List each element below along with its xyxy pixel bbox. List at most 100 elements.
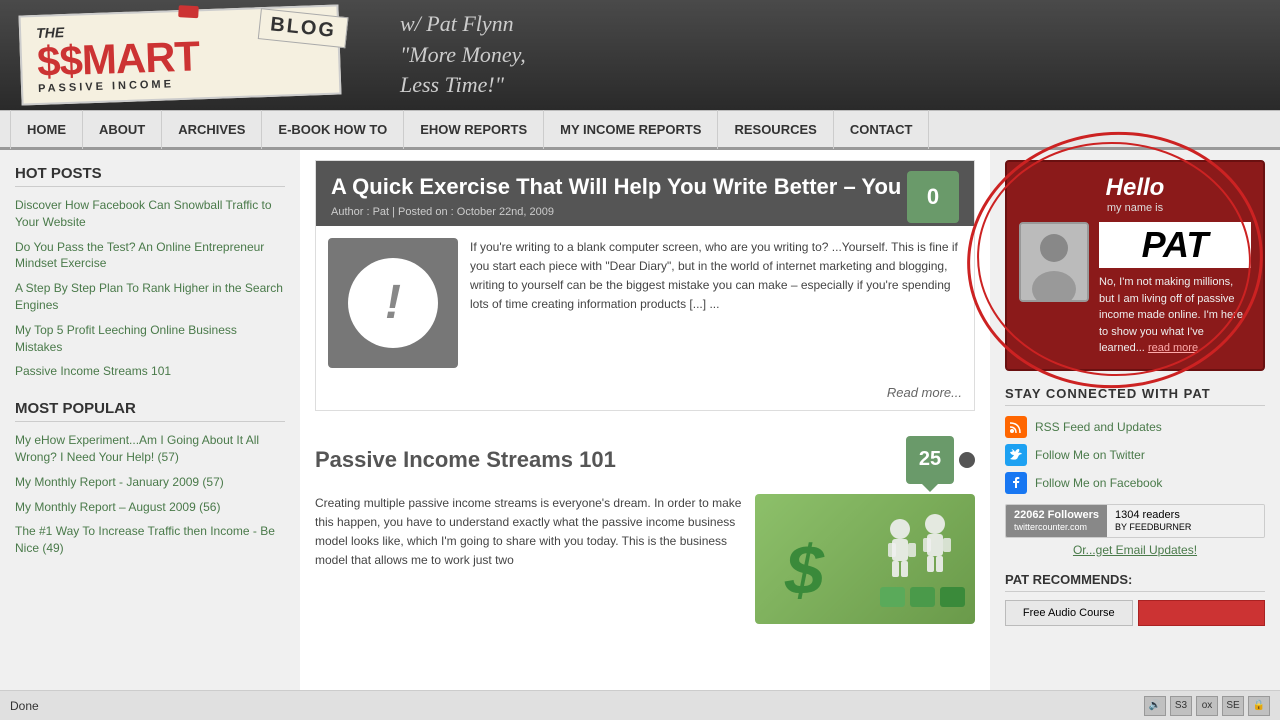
stay-connected-title: STAY CONNECTED WITH PAT [1005,386,1265,406]
hello-title: Hello [1019,174,1251,202]
facebook-icon [1005,472,1027,494]
article-1-body: ! If you're writing to a blank computer … [316,226,974,380]
nav-contact[interactable]: CONTACT [834,109,930,149]
logo-blog: BLOG [258,8,349,48]
article-1: A Quick Exercise That Will Help You Writ… [315,160,975,411]
recommends-title: PAT RECOMMENDS: [1005,572,1265,592]
most-popular-title: MOST POPULAR [15,400,285,422]
article-2-image: $ [755,494,975,624]
recommend-btn-1[interactable]: Free Audio Course [1005,600,1133,626]
article-1-thumbnail: ! [328,238,458,368]
nav-ebook[interactable]: E-BOOK HOW TO [262,109,404,149]
hello-box: Hello my name is PAT No, I'm not making … [1005,160,1265,371]
hot-post-1[interactable]: Discover How Facebook Can Snowball Traff… [15,197,285,231]
email-updates-link[interactable]: Or...get Email Updates! [1005,543,1265,557]
pat-name-large: PAT [1099,222,1251,268]
logo-smart: $$MART [36,35,199,83]
article-1-header: A Quick Exercise That Will Help You Writ… [316,161,974,226]
footer-icon-5: 🔒 [1248,696,1270,716]
hello-content: PAT No, I'm not making millions, but I a… [1019,222,1251,357]
popular-4[interactable]: The #1 Way To Increase Traffic then Inco… [15,523,285,557]
nav-ehow[interactable]: EHOW REPORTS [404,109,544,149]
logo-box: THE $$MART PASSIVE INCOME BLOG [19,4,342,105]
speech-bubble-icon: ! [348,258,438,348]
nav-income[interactable]: MY INCOME REPORTS [544,109,718,149]
footer-icon-1: 🔊 [1144,696,1166,716]
recommend-btn-2[interactable] [1138,600,1266,626]
readers-number: 1304 readers [1115,509,1180,521]
twitter-label: Follow Me on Twitter [1035,448,1145,462]
mouse-cursor-icon [959,452,975,468]
rss-label: RSS Feed and Updates [1035,420,1162,434]
read-more-link-1[interactable]: Read more... [887,385,962,400]
hot-post-2[interactable]: Do You Pass the Test? An Online Entrepre… [15,239,285,273]
hot-post-5[interactable]: Passive Income Streams 101 [15,363,285,380]
rss-item[interactable]: RSS Feed and Updates [1005,416,1265,438]
main-content: HOT POSTS Discover How Facebook Can Snow… [0,150,1280,690]
article-2-title[interactable]: Passive Income Streams 101 [315,447,896,473]
followers-bar: 22062 Followers twittercounter.com 1304 … [1005,504,1265,538]
nav-resources[interactable]: RESOURCES [718,109,833,149]
pat-info: PAT No, I'm not making millions, but I a… [1099,222,1251,357]
tagline-line2: "More Money, [400,42,526,67]
nav-archives[interactable]: ARCHIVES [162,109,262,149]
left-sidebar: HOT POSTS Discover How Facebook Can Snow… [0,150,300,690]
tagline-text: w/ Pat Flynn "More Money, Less Time!" [400,9,526,101]
stay-connected-section: STAY CONNECTED WITH PAT RSS Feed and Upd… [1005,386,1265,557]
svg-text:$: $ [784,531,825,609]
followers-count: 22062 Followers twittercounter.com [1006,505,1107,537]
twitter-item[interactable]: Follow Me on Twitter [1005,444,1265,466]
logo-area: THE $$MART PASSIVE INCOME BLOG [20,10,340,100]
hot-posts-title: HOT POSTS [15,165,285,187]
hot-posts-section: HOT POSTS Discover How Facebook Can Snow… [15,165,285,380]
footer-bar: Done 🔊 S3 ox SE 🔒 [0,690,1280,720]
pat-photo [1019,222,1089,302]
tagline-line3: Less Time!" [400,72,504,97]
readers-count: 1304 readers BY FEEDBURNER [1107,505,1264,537]
article-2: Passive Income Streams 101 25 Creating m… [315,426,975,634]
article-1-title: A Quick Exercise That Will Help You Writ… [331,173,959,202]
header: THE $$MART PASSIVE INCOME BLOG w/ Pat Fl… [0,0,1280,110]
pat-recommends-section: PAT RECOMMENDS: Free Audio Course [1005,572,1265,626]
nav-about[interactable]: ABOUT [83,109,162,149]
facebook-item[interactable]: Follow Me on Facebook [1005,472,1265,494]
footer-icon-3: ox [1196,696,1218,716]
pat-bio-text: No, I'm not making millions, but I am li… [1099,274,1251,357]
twitter-icon [1005,444,1027,466]
logo-inner: THE $$MART PASSIVE INCOME [36,19,200,95]
footer-icon-2: S3 [1170,696,1192,716]
article-2-header: Passive Income Streams 101 25 [315,436,975,484]
followers-label: Followers [1048,509,1099,521]
popular-1[interactable]: My eHow Experiment...Am I Going About It… [15,432,285,466]
followers-site: twittercounter.com [1014,522,1087,532]
pat-avatar-image [1021,224,1087,300]
followers-number: 22062 [1014,509,1045,521]
footer-icon-4: SE [1222,696,1244,716]
popular-3[interactable]: My Monthly Report – August 2009 (56) [15,499,285,516]
tagline: w/ Pat Flynn "More Money, Less Time!" [400,9,526,101]
pat-read-more-link[interactable]: read more [1148,342,1198,354]
recommend-buttons: Free Audio Course [1005,600,1265,626]
rss-icon [1005,416,1027,438]
readers-label: BY FEEDBURNER [1115,522,1191,532]
article-1-meta: Author : Pat | Posted on : October 22nd,… [331,206,959,218]
tagline-line1: w/ Pat Flynn [400,11,514,36]
hot-post-3[interactable]: A Step By Step Plan To Rank Higher in th… [15,280,285,314]
hello-sub: my name is [1019,202,1251,214]
footer-icons: 🔊 S3 ox SE 🔒 [1144,696,1270,716]
popular-2[interactable]: My Monthly Report - January 2009 (57) [15,474,285,491]
navigation: HOME ABOUT ARCHIVES E-BOOK HOW TO EHOW R… [0,110,1280,150]
right-sidebar: Hello my name is PAT No, I'm not making … [990,150,1280,690]
status-text: Done [10,699,1144,713]
article-2-comment-badge[interactable]: 25 [906,436,954,484]
logo-smart-text: $MART [59,32,200,84]
most-popular-section: MOST POPULAR My eHow Experiment...Am I G… [15,400,285,557]
article-1-comment-badge[interactable]: 0 [907,171,959,223]
content-area: A Quick Exercise That Will Help You Writ… [300,150,990,690]
hot-post-4[interactable]: My Top 5 Profit Leeching Online Business… [15,322,285,356]
nav-home[interactable]: HOME [10,109,83,149]
article-1-text: If you're writing to a blank computer sc… [470,238,962,368]
article-1-read-more: Read more... [316,380,974,410]
article-2-illustration: $ [770,499,970,619]
article-2-body: Creating multiple passive income streams… [315,494,975,624]
